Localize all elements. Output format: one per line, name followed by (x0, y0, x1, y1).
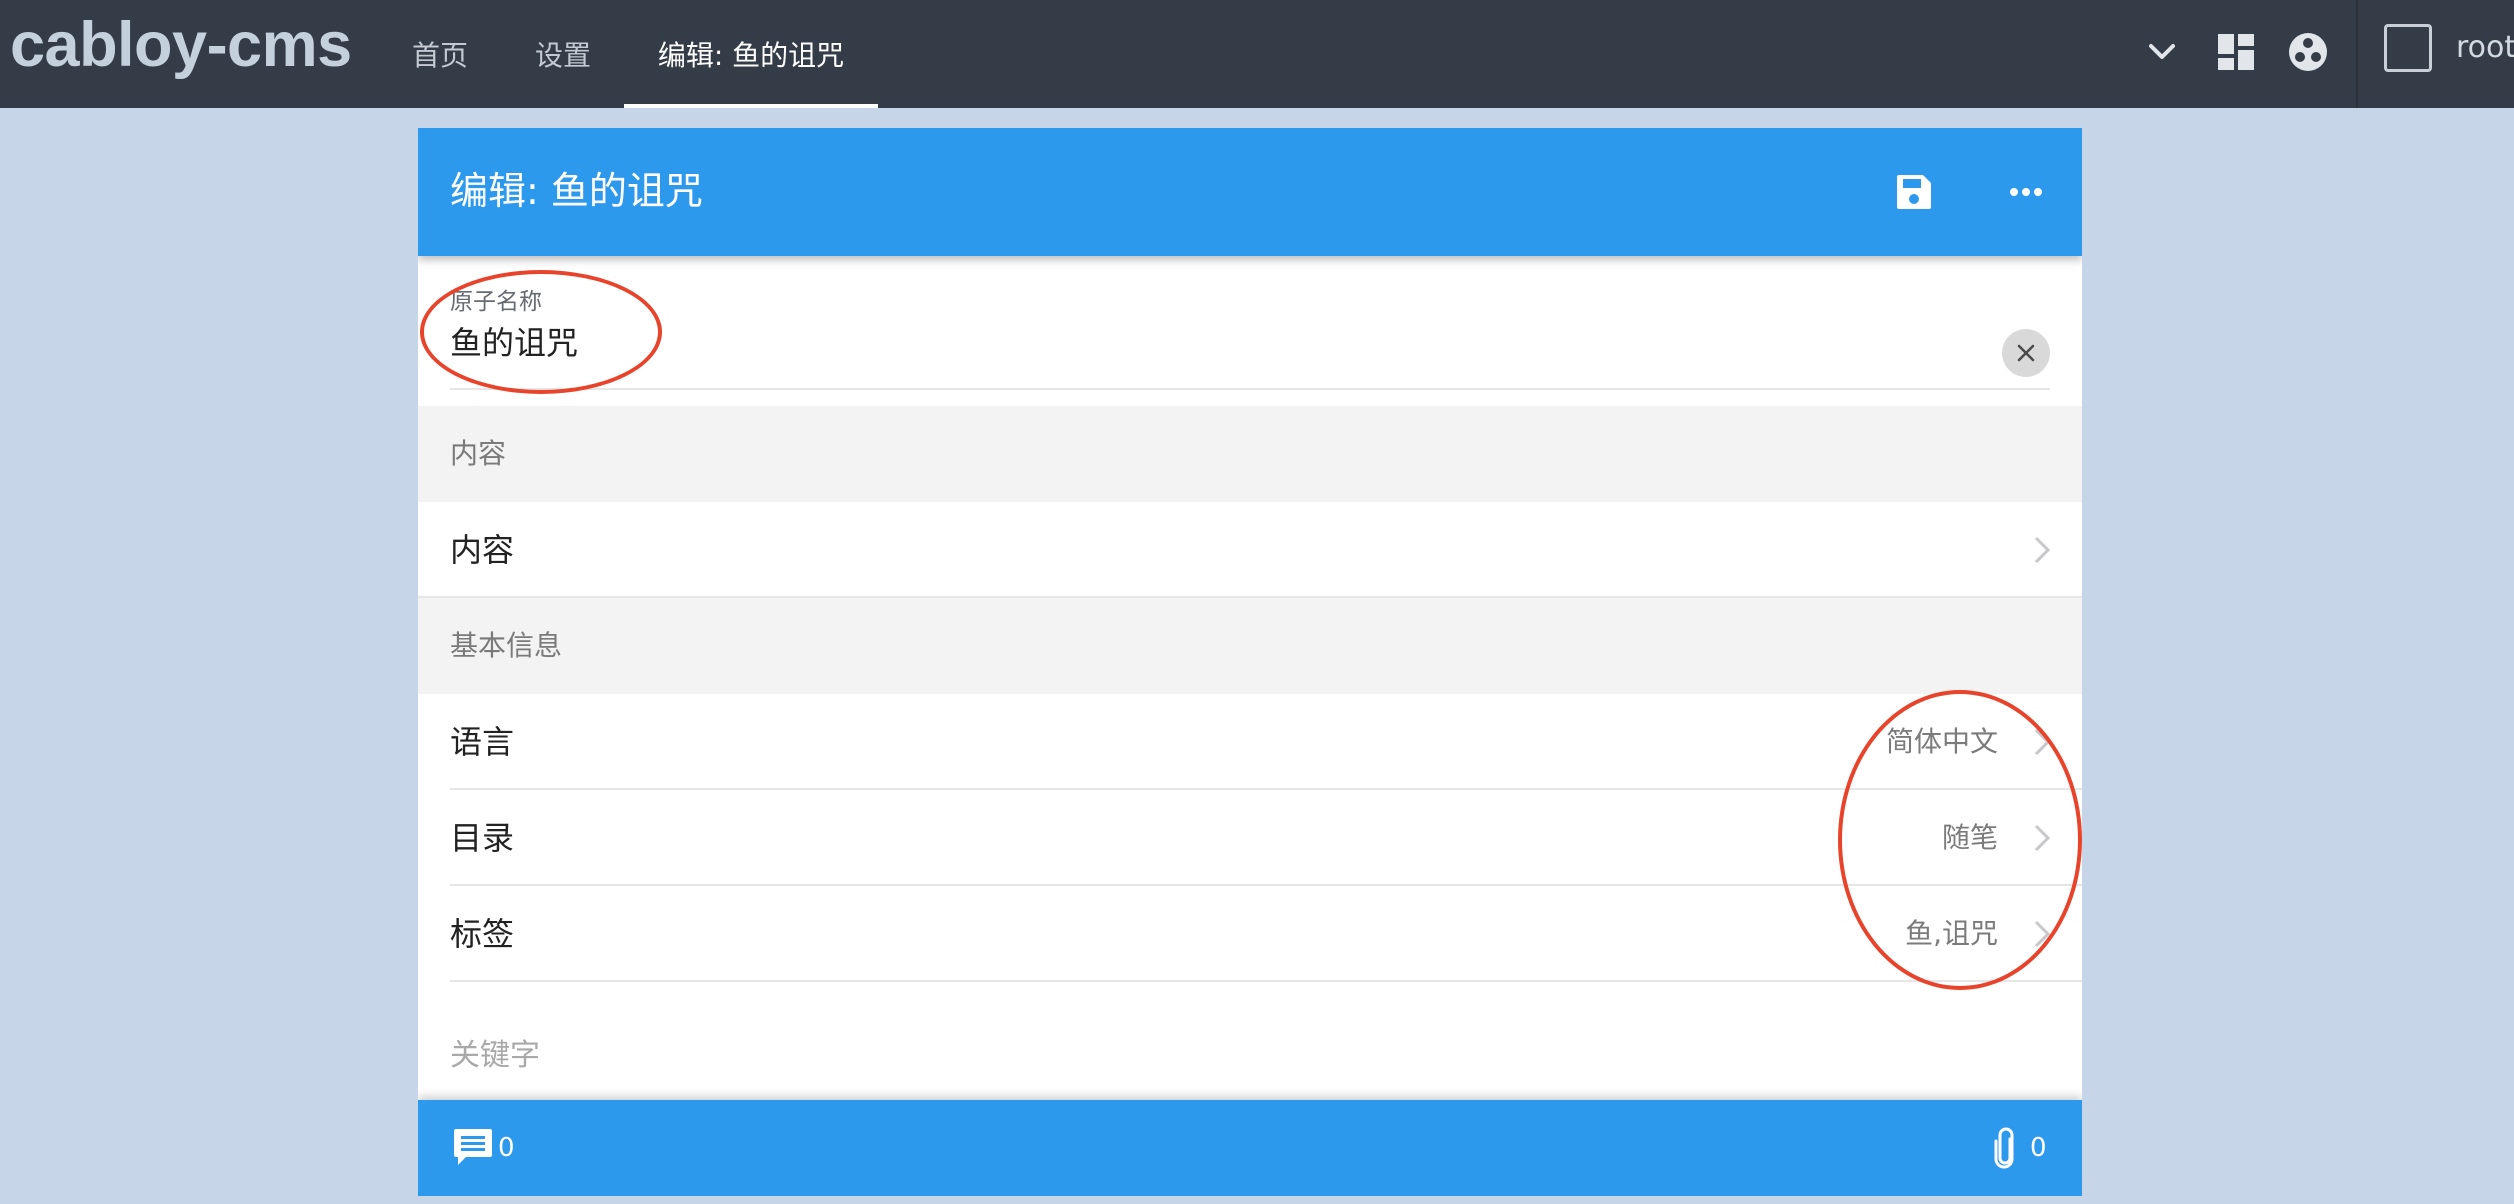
active-tab-indicator (624, 104, 878, 108)
tab-edit-label: 编辑: 鱼的诅咒 (657, 39, 845, 72)
field-underline (450, 388, 2050, 390)
user-name[interactable]: root (2456, 30, 2514, 66)
tab-settings-label: 设置 (534, 39, 591, 72)
list-item-content[interactable]: 内容 (418, 502, 2082, 598)
section-header-content: 内容 (418, 406, 2082, 502)
keywords-field-placeholder[interactable]: 关键字 (450, 1036, 540, 1076)
list-item-value: 随笔 (1941, 821, 1998, 854)
section-header-label: 内容 (450, 437, 507, 470)
chevron-right-icon (2034, 728, 2051, 756)
section-header-label: 基本信息 (450, 629, 563, 662)
comments-button[interactable]: 0 (452, 1124, 515, 1172)
bottom-toolbar: 0 0 (418, 1100, 2082, 1196)
paperclip-icon (1994, 1127, 2014, 1169)
atom-name-label: 原子名称 (450, 289, 542, 315)
more-icon[interactable] (1998, 164, 2054, 220)
list-item-title: 标签 (450, 915, 515, 953)
atom-name-input[interactable] (450, 318, 1990, 368)
close-icon (2017, 344, 2035, 362)
comment-icon (454, 1129, 492, 1165)
list-item-value: 简体中文 (1885, 725, 1998, 758)
chevron-right-icon (2034, 536, 2051, 564)
toolbar-divider (2356, 0, 2358, 108)
app-brand[interactable]: cabloy-cms (10, 14, 352, 77)
list-item-category[interactable]: 目录 随笔 (418, 790, 2082, 886)
divider (450, 980, 2082, 982)
cabloy-logo-icon[interactable] (2280, 24, 2336, 80)
list-item-language[interactable]: 语言 简体中文 (418, 694, 2082, 790)
list-item-title: 语言 (450, 723, 515, 761)
list-item-title: 内容 (450, 531, 515, 569)
comments-count: 0 (498, 1133, 515, 1163)
attachments-count: 0 (2030, 1133, 2047, 1163)
list-item-tags[interactable]: 标签 鱼,诅咒 (418, 886, 2082, 982)
dashboard-icon[interactable] (2208, 24, 2264, 80)
edit-card: 编辑: 鱼的诅咒 原子名称 内容 内容 (418, 128, 2082, 1196)
list-item-value: 鱼,诅咒 (1905, 917, 1998, 950)
chevron-down-icon[interactable] (2134, 24, 2190, 80)
save-icon[interactable] (1886, 164, 1942, 220)
tab-home[interactable]: 首页 (400, 0, 480, 108)
tab-home-label: 首页 (411, 39, 468, 72)
tab-settings[interactable]: 设置 (520, 0, 606, 108)
list-item-title: 目录 (450, 819, 515, 857)
user-avatar[interactable] (2384, 24, 2432, 72)
attachments-button[interactable]: 0 (1992, 1124, 2047, 1172)
tab-edit[interactable]: 编辑: 鱼的诅咒 (624, 0, 878, 108)
chevron-right-icon (2034, 920, 2051, 948)
section-header-basic-info: 基本信息 (418, 598, 2082, 694)
clear-input-button[interactable] (2002, 329, 2050, 377)
page-title: 编辑: 鱼的诅咒 (450, 169, 703, 213)
card-header: 编辑: 鱼的诅咒 (418, 128, 2082, 256)
chevron-right-icon (2034, 824, 2051, 852)
top-navbar: cabloy-cms 首页 设置 编辑: 鱼的诅咒 root (0, 0, 2514, 108)
